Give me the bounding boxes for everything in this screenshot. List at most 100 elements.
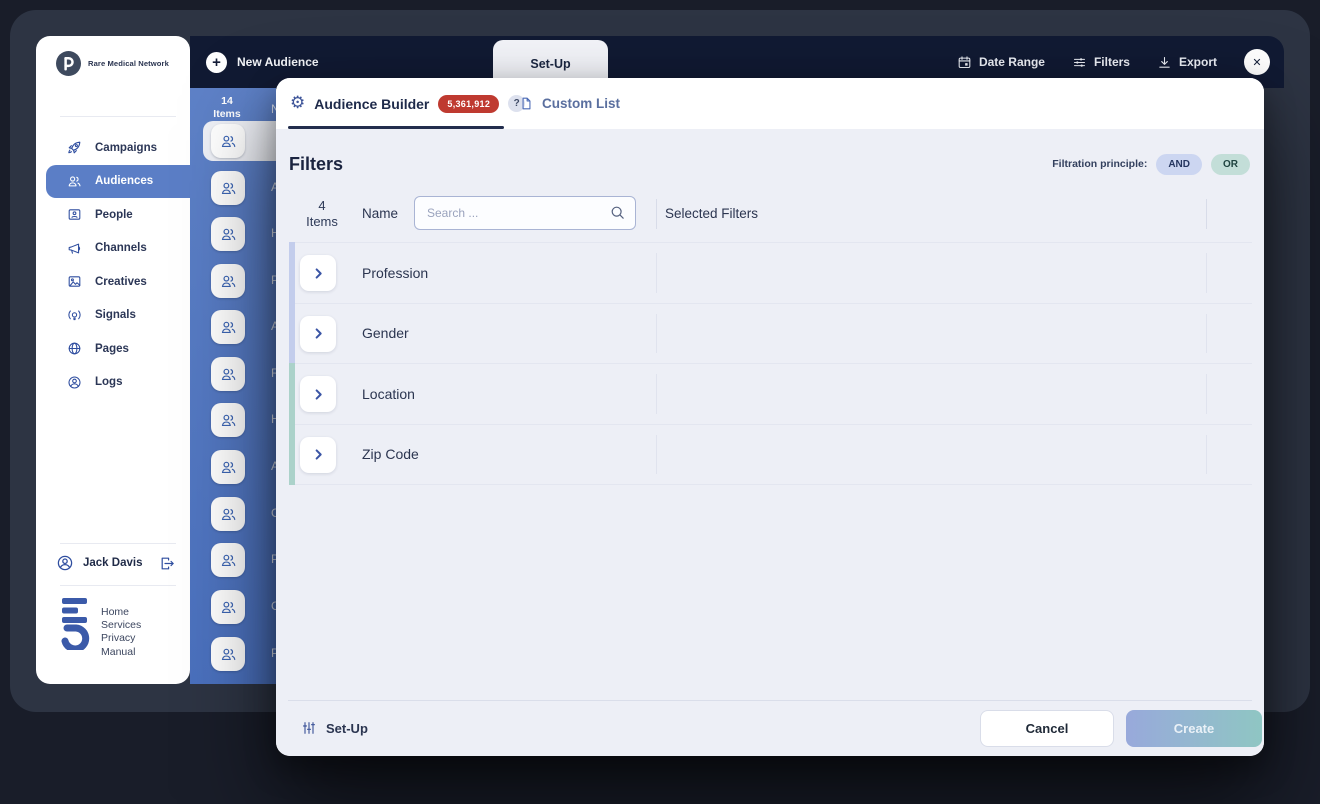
name-column-header: Name [362, 206, 398, 221]
search-input[interactable] [414, 196, 636, 230]
cancel-button[interactable]: Cancel [980, 710, 1114, 747]
selected-filters-column-header: Selected Filters [665, 206, 758, 221]
users-icon [211, 171, 245, 205]
sidebar-item-signals[interactable]: Signals [36, 299, 190, 333]
logout-icon[interactable] [159, 555, 176, 572]
audience-list-item[interactable]: G [190, 494, 276, 534]
sidebar-item-label: Logs [95, 376, 122, 388]
expand-row-button[interactable] [300, 376, 336, 412]
and-group-strip [289, 303, 295, 365]
audience-list-item[interactable]: H [190, 214, 276, 254]
megaphone-icon [67, 241, 82, 256]
filters-button[interactable]: Filters [1072, 55, 1130, 70]
export-button[interactable]: Export [1157, 55, 1217, 70]
filter-name: Zip Code [362, 425, 419, 485]
row-divider [1206, 314, 1207, 354]
sidebar-item-creatives[interactable]: Creatives [36, 265, 190, 299]
globe-icon [67, 341, 82, 356]
chevron-right-icon [311, 266, 326, 281]
modal-body: Filters Filtration principle: AND OR 4 I… [276, 129, 1264, 756]
filters-header-row: Filters Filtration principle: AND OR [289, 150, 1250, 178]
audience-list-item[interactable]: H [190, 400, 276, 440]
filter-table-header: 4 Items Name Selected Filters [276, 189, 1264, 239]
filter-count: 4 Items [296, 198, 348, 230]
footer-link-manual[interactable]: Manual [101, 646, 141, 659]
expand-row-button[interactable] [300, 316, 336, 352]
filters-title: Filters [289, 154, 343, 175]
sidebar-item-pages[interactable]: Pages [36, 332, 190, 366]
users-icon [211, 264, 245, 298]
audience-list-item[interactable]: P [190, 634, 276, 674]
chevron-right-icon [311, 326, 326, 341]
date-range-label: Date Range [979, 55, 1045, 69]
audience-list-item-selected[interactable] [190, 121, 276, 161]
expand-row-button[interactable] [300, 437, 336, 473]
sidebar-item-campaigns[interactable]: Campaigns [36, 131, 190, 165]
close-button[interactable]: ✕ [1244, 49, 1270, 75]
users-icon [211, 124, 245, 158]
users-icon [67, 174, 82, 189]
count-unit: Items [296, 214, 348, 230]
row-divider [656, 435, 657, 475]
sidebar-item-people[interactable]: People [36, 198, 190, 232]
signal-icon [67, 308, 82, 323]
footer-divider [288, 700, 1252, 701]
row-divider [656, 253, 657, 293]
sidebar-item-audiences[interactable]: Audiences [46, 165, 196, 199]
tab-custom-list[interactable]: Custom List [519, 78, 620, 129]
sidebar-item-channels[interactable]: Channels [36, 232, 190, 266]
create-button[interactable]: Create [1126, 710, 1262, 747]
filter-row-zip-code: Zip Code [289, 425, 1252, 486]
sidebar-item-label: Creatives [95, 276, 147, 288]
expand-row-button[interactable] [300, 255, 336, 291]
id-card-icon [67, 207, 82, 222]
filtration-principle-label: Filtration principle: [1052, 158, 1147, 170]
divider [60, 116, 176, 117]
and-group-strip [289, 242, 295, 304]
filter-row-location: Location [289, 364, 1252, 425]
and-toggle[interactable]: AND [1156, 154, 1202, 175]
user-circle-icon [56, 554, 74, 572]
logo-mark-icon [56, 51, 81, 76]
audience-list-item[interactable]: P [190, 540, 276, 580]
image-icon [67, 274, 82, 289]
chevron-right-icon [311, 387, 326, 402]
footer-link-services[interactable]: Services [101, 619, 141, 632]
five-logo-icon [60, 598, 90, 650]
sliders-icon [1072, 55, 1087, 70]
or-group-strip [289, 424, 295, 486]
footer-link-home[interactable]: Home [101, 606, 141, 619]
audience-list-item[interactable]: A [190, 307, 276, 347]
footer-link-privacy[interactable]: Privacy [101, 632, 141, 645]
audience-list-panel: 14 Items N A H P A R [190, 88, 276, 684]
sidebar-item-logs[interactable]: Logs [36, 366, 190, 400]
audience-count-badge: 5,361,912 [438, 95, 499, 113]
logo[interactable]: Rare Medical Network [56, 51, 169, 76]
audience-list-item[interactable]: A [190, 447, 276, 487]
filter-name: Location [362, 364, 415, 424]
date-range-button[interactable]: Date Range [957, 55, 1045, 70]
rocket-icon [67, 140, 82, 155]
user-row: Jack Davis [56, 550, 176, 576]
row-divider [1206, 253, 1207, 293]
row-divider [656, 374, 657, 414]
sidebar-item-label: Signals [95, 309, 136, 321]
audience-list-item[interactable]: A [190, 168, 276, 208]
user-name: Jack Davis [83, 557, 142, 569]
divider [60, 543, 176, 544]
audience-builder-modal: ⚙ Audience Builder 5,361,912 ? Custom Li… [276, 78, 1264, 756]
document-icon [519, 96, 534, 111]
filtration-principle: Filtration principle: AND OR [1052, 154, 1250, 175]
audience-list-item[interactable]: G [190, 587, 276, 627]
users-icon [211, 357, 245, 391]
sidebar-footer: Home Services Privacy Manual [60, 598, 141, 659]
tab-audience-builder[interactable]: ⚙ Audience Builder 5,361,912 ? [290, 78, 525, 129]
search-box [414, 196, 636, 230]
audience-list-item[interactable]: P [190, 261, 276, 301]
sidebar-item-label: People [95, 209, 133, 221]
count-value: 4 [296, 198, 348, 214]
or-toggle[interactable]: OR [1211, 154, 1250, 175]
audience-list-item[interactable]: R [190, 354, 276, 394]
sidebar-item-label: Campaigns [95, 142, 157, 154]
gear-icon: ⚙ [290, 95, 305, 112]
